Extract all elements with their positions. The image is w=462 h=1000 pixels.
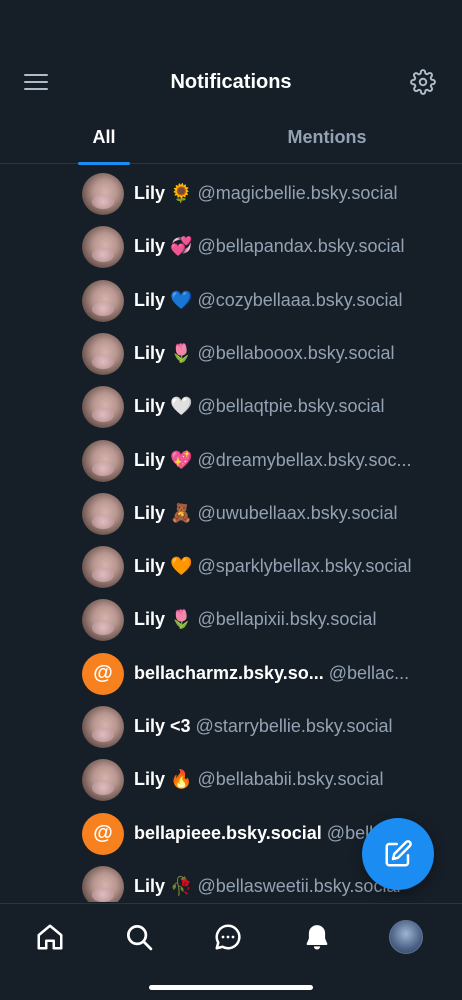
- tab-bar: All Mentions: [0, 116, 462, 165]
- user-handle: @bellapandax.bsky.social: [197, 236, 405, 257]
- bell-icon[interactable]: [300, 920, 334, 954]
- home-indicator: [149, 985, 313, 990]
- home-icon[interactable]: [33, 920, 67, 954]
- compose-button[interactable]: [362, 818, 434, 890]
- display-name: Lily 💙: [134, 289, 193, 310]
- display-name: Lily 🥀: [134, 875, 193, 896]
- notification-row[interactable]: Lily 🌷 @bellapixii.bsky.social: [0, 592, 462, 646]
- user-handle: @bellac...: [328, 662, 410, 683]
- display-name: Lily 🤍: [134, 396, 193, 417]
- notification-text: Lily 🤍 @bellaqtpie.bsky.social: [134, 379, 442, 433]
- notification-text: Lily 🧡 @sparklybellax.bsky.social: [134, 539, 442, 593]
- notification-row[interactable]: Lily 💙 @cozybellaaa.bsky.social: [0, 273, 462, 327]
- notification-text: Lily 🌻 @magicbellie.bsky.social: [134, 166, 442, 220]
- display-name: Lily 🌻: [134, 183, 193, 203]
- notification-text: Lily 🌷 @bellapixii.bsky.social: [134, 592, 442, 646]
- at-sign-avatar[interactable]: @: [82, 812, 124, 855]
- avatar[interactable]: [82, 226, 124, 269]
- avatar[interactable]: [82, 865, 124, 902]
- notification-text: Lily 💞 @bellapandax.bsky.social: [134, 219, 442, 273]
- avatar[interactable]: [82, 439, 124, 482]
- notification-text: Lily <3 @starrybellie.bsky.social: [134, 699, 442, 753]
- gear-icon[interactable]: [410, 69, 436, 95]
- notification-row[interactable]: Lily 🧸 @uwubellaax.bsky.social: [0, 486, 462, 540]
- notification-row[interactable]: Lily 🔥 @bellababii.bsky.social: [0, 752, 462, 806]
- display-name: Lily 🧡: [134, 556, 193, 577]
- header: Notifications: [0, 0, 462, 110]
- user-handle: @bellasweetii.bsky.social: [197, 875, 401, 896]
- notification-text: Lily 🌷 @bellabooox.bsky.social: [134, 326, 442, 380]
- tab-all[interactable]: All: [78, 116, 130, 165]
- user-handle: @dreamybellax.bsky.soc...: [197, 449, 412, 470]
- compose-icon: [385, 840, 412, 867]
- search-icon[interactable]: [122, 920, 156, 954]
- user-handle: @uwubellaax.bsky.social: [197, 502, 398, 523]
- notification-row[interactable]: @ bellacharmz.bsky.so... @bellac...: [0, 646, 462, 700]
- notification-text: Lily 🧸 @uwubellaax.bsky.social: [134, 486, 442, 540]
- notifications-screen: Notifications All Mentions Lily 🌻 @magic…: [0, 0, 462, 1000]
- notification-row[interactable]: Lily <3 @starrybellie.bsky.social: [0, 699, 462, 753]
- display-name: Lily 💞: [134, 236, 193, 257]
- notification-row[interactable]: Lily 🤍 @bellaqtpie.bsky.social: [0, 379, 462, 433]
- avatar[interactable]: [82, 332, 124, 375]
- avatar[interactable]: [82, 546, 124, 589]
- profile-avatar[interactable]: [389, 920, 423, 954]
- display-name: bellacharmz.bsky.so...: [134, 662, 324, 683]
- avatar[interactable]: [82, 599, 124, 642]
- user-handle: @bellaqtpie.bsky.social: [197, 396, 385, 417]
- user-handle: @cozybellaaa.bsky.social: [197, 289, 403, 310]
- active-tab-indicator: [78, 162, 130, 165]
- notification-row[interactable]: Lily 💞 @bellapandax.bsky.social: [0, 219, 462, 273]
- chat-icon[interactable]: [211, 920, 245, 954]
- notification-text: Lily 💖 @dreamybellax.bsky.soc...: [134, 433, 442, 487]
- notification-row[interactable]: Lily 🌷 @bellabooox.bsky.social: [0, 326, 462, 380]
- user-handle: @bellabooox.bsky.social: [197, 342, 395, 363]
- page-title: Notifications: [170, 71, 292, 93]
- avatar[interactable]: [82, 492, 124, 535]
- notification-text: Lily 🔥 @bellababii.bsky.social: [134, 752, 442, 806]
- display-name: bellapieee.bsky.social: [134, 822, 322, 843]
- notification-row[interactable]: Lily 🌻 @magicbellie.bsky.social: [0, 166, 462, 220]
- avatar[interactable]: [82, 386, 124, 429]
- display-name: Lily 🌷: [134, 342, 193, 363]
- user-handle: @magicbellie.bsky.social: [197, 183, 398, 203]
- user-handle: @bellapixii.bsky.social: [197, 609, 377, 630]
- display-name: Lily 💖: [134, 449, 193, 470]
- notification-row[interactable]: Lily 💖 @dreamybellax.bsky.soc...: [0, 433, 462, 487]
- display-name: Lily 🌷: [134, 609, 193, 630]
- avatar[interactable]: [82, 279, 124, 322]
- tab-all-label: All: [92, 127, 116, 147]
- at-sign-avatar[interactable]: @: [82, 652, 124, 695]
- notification-row[interactable]: Lily 🧡 @sparklybellax.bsky.social: [0, 539, 462, 593]
- user-handle: @bellababii.bsky.social: [197, 769, 384, 790]
- notification-text: Lily 💙 @cozybellaaa.bsky.social: [134, 273, 442, 327]
- tab-mentions[interactable]: Mentions: [270, 116, 384, 164]
- user-handle: @sparklybellax.bsky.social: [197, 556, 412, 577]
- display-name: Lily 🔥: [134, 769, 193, 790]
- bottom-nav: [0, 903, 462, 1000]
- notification-text: bellacharmz.bsky.so... @bellac...: [134, 646, 442, 700]
- user-handle: @starrybellie.bsky.social: [195, 716, 393, 736]
- tab-mentions-label: Mentions: [287, 127, 367, 147]
- notification-list: Lily 🌻 @magicbellie.bsky.social Lily 💞 @b…: [0, 166, 462, 902]
- display-name: Lily <3: [134, 716, 191, 736]
- display-name: Lily 🧸: [134, 502, 193, 523]
- avatar[interactable]: [82, 759, 124, 802]
- avatar[interactable]: [82, 173, 124, 215]
- avatar[interactable]: [82, 706, 124, 748]
